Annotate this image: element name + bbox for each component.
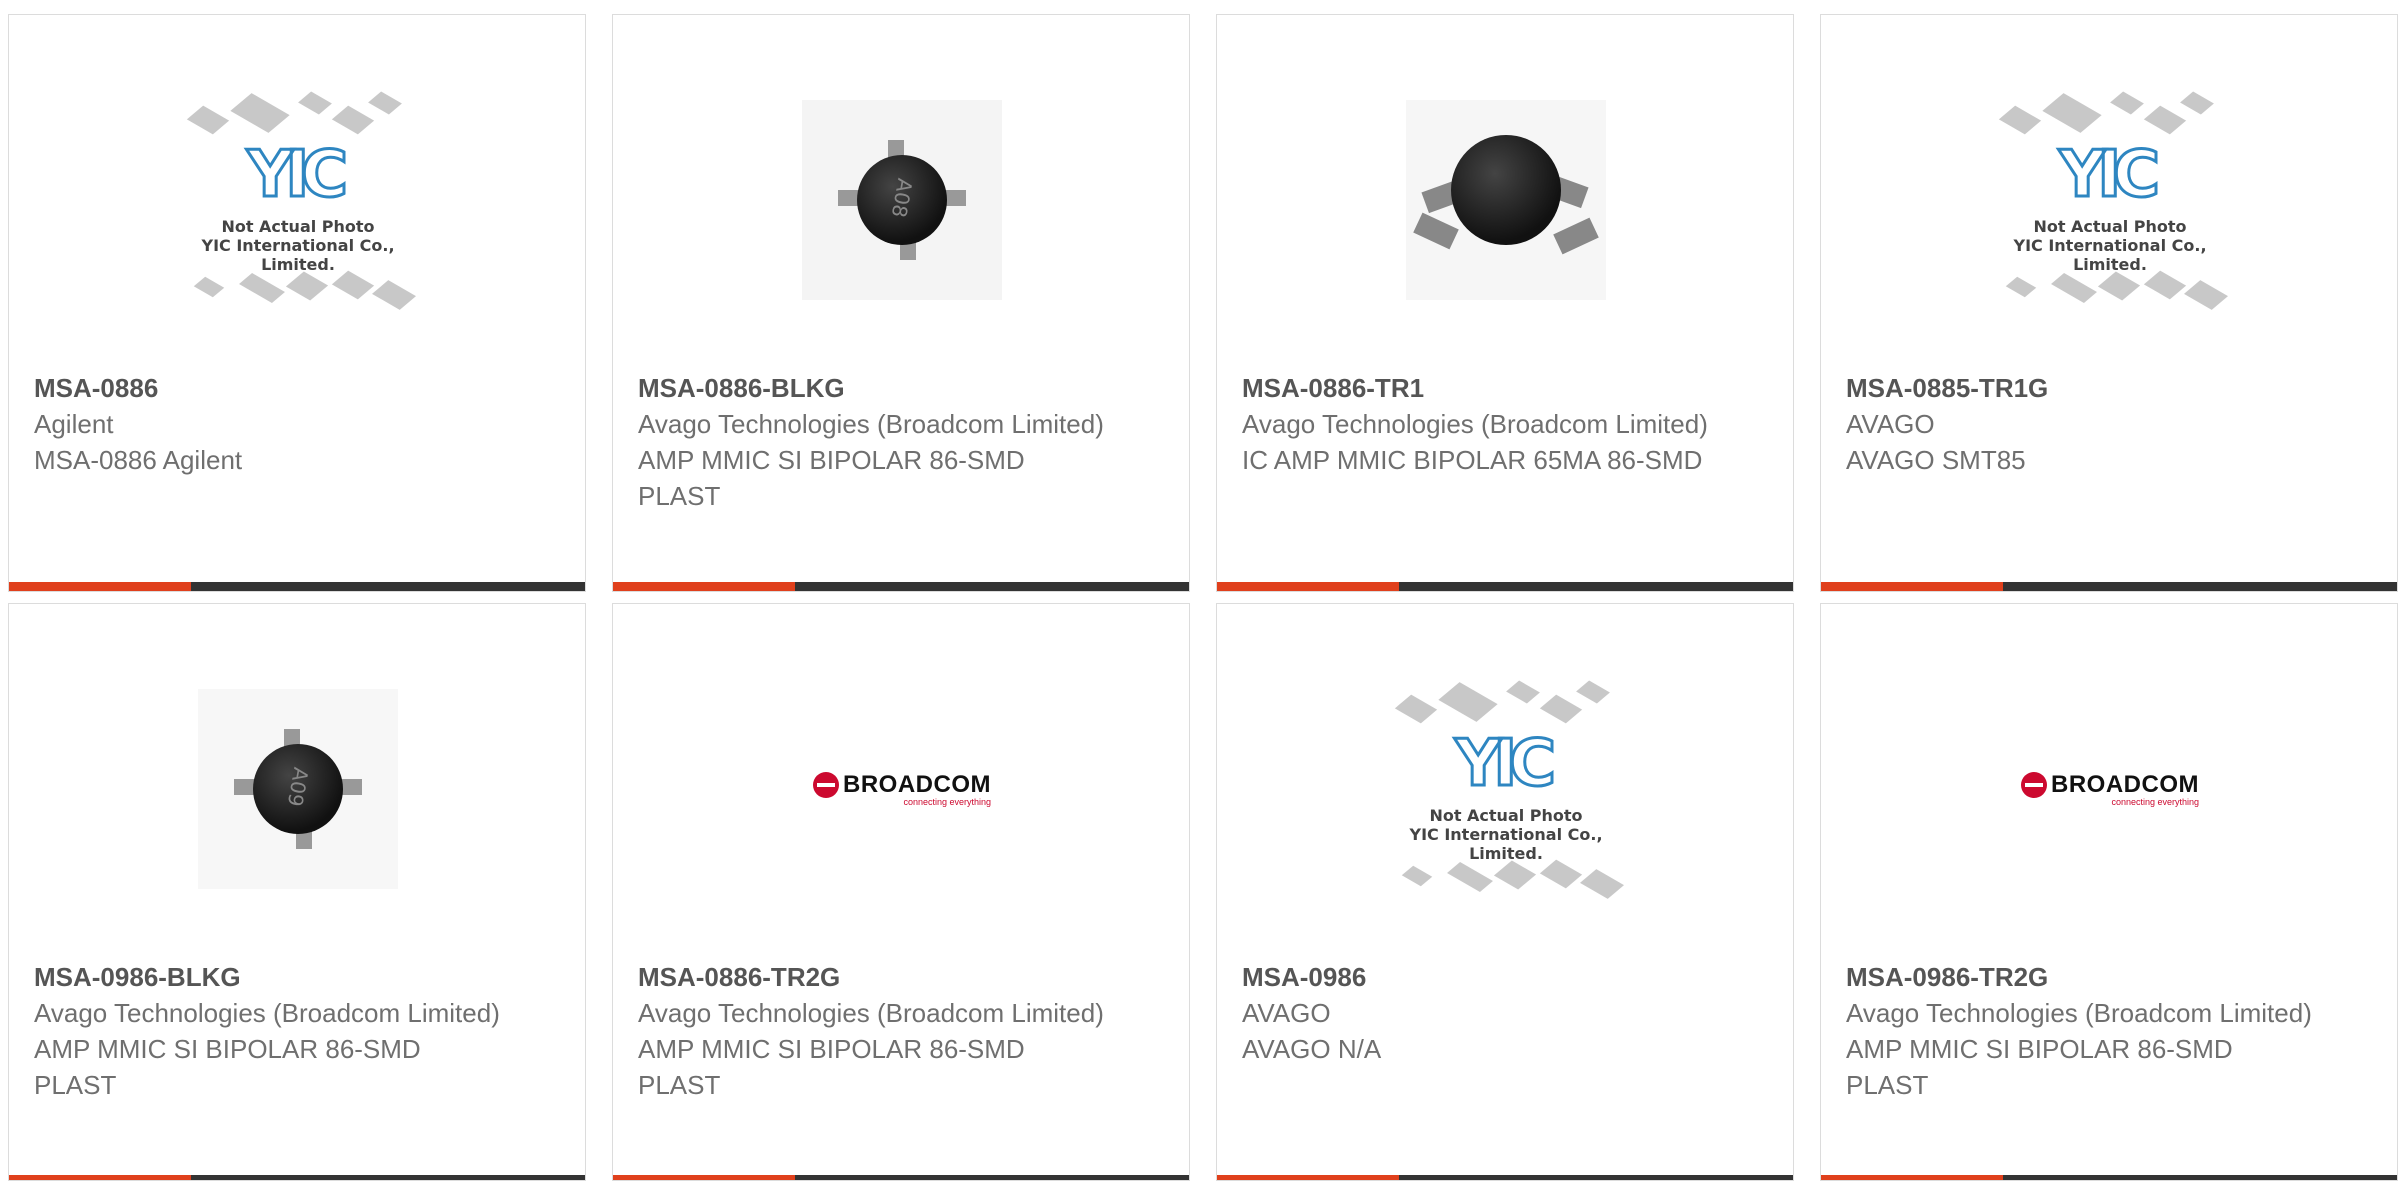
manufacturer: Avago Technologies (Broadcom Limited) [1242, 409, 1708, 439]
manufacturer: Avago Technologies (Broadcom Limited) [34, 998, 500, 1028]
product-image: BROADCOM connecting everything [1821, 654, 2397, 924]
product-card[interactable]: YIC Not Actual Photo YIC International Co… [1216, 603, 1794, 1181]
product-card[interactable]: A09 MSA-0986-BLKG Avago Technologies (Br… [8, 603, 586, 1181]
description: AVAGO N/A [1242, 1034, 1382, 1064]
card-bar [1821, 1175, 2397, 1180]
broadcom-mark-icon [813, 772, 839, 798]
placeholder-caption: Not Actual Photo YIC International Co., L… [2013, 217, 2207, 274]
card-bar [1821, 582, 2397, 591]
card-bar [9, 582, 585, 591]
manufacturer: Avago Technologies (Broadcom Limited) [638, 409, 1104, 439]
product-card[interactable]: A08 MSA-0886-BLKG Avago Technologies (Br… [612, 14, 1190, 592]
description: IC AMP MMIC BIPOLAR 65MA 86-SMD [1242, 445, 1703, 475]
card-bar [9, 1175, 585, 1180]
product-image [1217, 65, 1793, 335]
part-number[interactable]: MSA-0886-TR1 [1242, 370, 1424, 406]
manufacturer: AVAGO [1846, 409, 1935, 439]
yic-logo: YIC [1454, 727, 1558, 801]
placeholder-caption: Not Actual Photo YIC International Co., L… [1409, 806, 1603, 863]
description: AMP MMIC SI BIPOLAR 86-SMD PLAST [638, 1034, 1025, 1100]
broadcom-logo: BROADCOM connecting everything [813, 771, 991, 807]
broadcom-logo: BROADCOM connecting everything [2021, 771, 2199, 807]
product-image: A09 [9, 654, 585, 924]
description: AMP MMIC SI BIPOLAR 86-SMD PLAST [34, 1034, 421, 1100]
manufacturer: Avago Technologies (Broadcom Limited) [1846, 998, 2312, 1028]
part-number[interactable]: MSA-0886 [34, 370, 158, 406]
manufacturer: AVAGO [1242, 998, 1331, 1028]
product-card[interactable]: MSA-0886-TR1 Avago Technologies (Broadco… [1216, 14, 1794, 592]
component-photo: A08 [802, 100, 1002, 300]
product-image: YIC Not Actual Photo YIC International Co… [1821, 65, 2397, 335]
description: MSA-0886 Agilent [34, 445, 243, 475]
product-card[interactable]: YIC Not Actual Photo YIC International Co… [1820, 14, 2398, 592]
placeholder-image: YIC Not Actual Photo YIC International Co… [1371, 654, 1641, 924]
placeholder-image: YIC Not Actual Photo YIC International Co… [163, 65, 433, 335]
yic-logo: YIC [2058, 138, 2162, 212]
card-bar [1217, 582, 1793, 591]
placeholder-image: YIC Not Actual Photo YIC International Co… [1975, 65, 2245, 335]
description: AVAGO SMT85 [1846, 445, 2026, 475]
description: AMP MMIC SI BIPOLAR 86-SMD PLAST [638, 445, 1025, 511]
yic-logo: YIC [246, 138, 350, 212]
product-image: YIC Not Actual Photo YIC International Co… [1217, 654, 1793, 924]
product-grid: YIC Not Actual Photo YIC International Co… [0, 0, 2400, 1181]
card-bar [1217, 1175, 1793, 1180]
product-image: YIC Not Actual Photo YIC International Co… [9, 65, 585, 335]
broadcom-mark-icon [2021, 772, 2047, 798]
description: AMP MMIC SI BIPOLAR 86-SMD PLAST [1846, 1034, 2233, 1100]
part-number[interactable]: MSA-0885-TR1G [1846, 370, 2048, 406]
product-image: A08 [613, 65, 1189, 335]
part-number[interactable]: MSA-0986-TR2G [1846, 959, 2048, 995]
product-card[interactable]: YIC Not Actual Photo YIC International Co… [8, 14, 586, 592]
part-number[interactable]: MSA-0986 [1242, 959, 1366, 995]
manufacturer: Agilent [34, 409, 114, 439]
component-photo: A09 [198, 689, 398, 889]
card-bar [613, 1175, 1189, 1180]
part-number[interactable]: MSA-0986-BLKG [34, 959, 241, 995]
product-card[interactable]: BROADCOM connecting everything MSA-0886-… [612, 603, 1190, 1181]
component-photo [1406, 100, 1606, 300]
manufacturer: Avago Technologies (Broadcom Limited) [638, 998, 1104, 1028]
placeholder-caption: Not Actual Photo YIC International Co., L… [201, 217, 395, 274]
part-number[interactable]: MSA-0886-BLKG [638, 370, 845, 406]
product-card[interactable]: BROADCOM connecting everything MSA-0986-… [1820, 603, 2398, 1181]
part-number[interactable]: MSA-0886-TR2G [638, 959, 840, 995]
product-image: BROADCOM connecting everything [613, 654, 1189, 924]
card-bar [613, 582, 1189, 591]
